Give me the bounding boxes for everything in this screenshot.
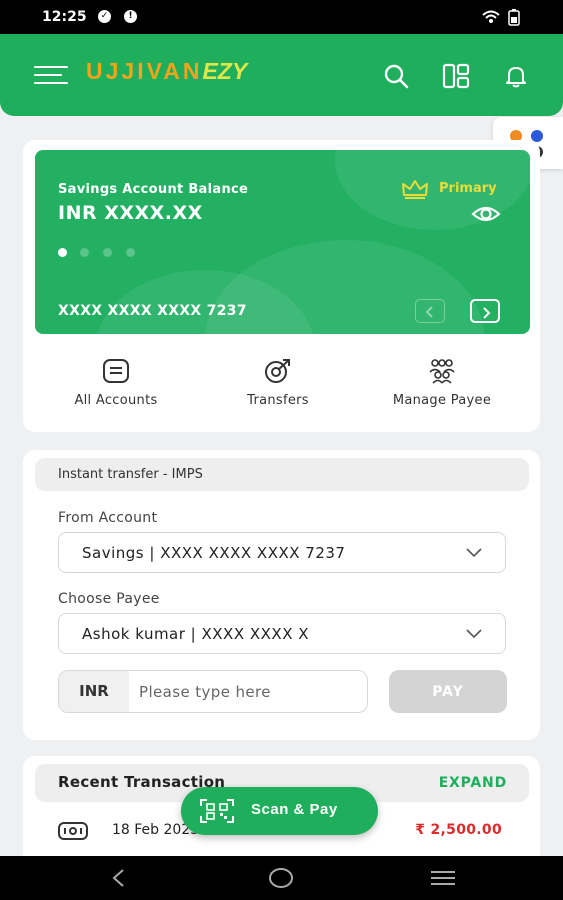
system-navigation-bar: [0, 856, 563, 900]
brand-logo: UJJIVANEZY: [86, 58, 248, 84]
home-icon[interactable]: [268, 867, 294, 889]
status-time: 12:25: [42, 9, 87, 25]
next-card-button[interactable]: [470, 299, 500, 323]
bank-card-icon: [58, 822, 88, 840]
quick-action-transfers[interactable]: Transfers: [203, 358, 353, 412]
crown-icon: [402, 180, 428, 199]
account-summary-card: Savings Account Balance INR XXXX.XX Prim…: [23, 140, 540, 432]
transaction-amount: ₹ 2,500.00: [415, 822, 502, 838]
chevron-down-icon: [466, 629, 482, 639]
accounts-icon: [103, 359, 129, 383]
dashboard-icon[interactable]: [442, 62, 470, 90]
payee-group-icon: [429, 359, 455, 384]
bell-icon[interactable]: [502, 62, 530, 90]
battery-icon: [508, 9, 520, 26]
from-account-value: Savings | XXXX XXXX XXXX 7237: [82, 544, 346, 562]
choose-payee-label: Choose Payee: [58, 591, 160, 607]
qr-scan-icon: [200, 799, 234, 823]
payee-select[interactable]: Ashok kumar | XXXX XXXX X: [58, 613, 506, 654]
from-account-label: From Account: [58, 510, 158, 526]
eye-icon[interactable]: [471, 202, 501, 226]
primary-badge: Primary: [401, 179, 497, 203]
alert-circle-icon: !: [124, 10, 137, 23]
transfer-icon: [265, 359, 290, 383]
check-circle-icon: ✓: [98, 10, 111, 23]
imps-transfer-card: Instant transfer - IMPS From Account Sav…: [23, 450, 540, 740]
payee-value: Ashok kumar | XXXX XXXX X: [82, 625, 310, 643]
search-icon[interactable]: [382, 62, 410, 90]
app-header: UJJIVANEZY: [0, 34, 563, 116]
recents-icon[interactable]: [430, 870, 456, 886]
chevron-left-icon: [425, 306, 433, 318]
quick-action-manage-payee[interactable]: Manage Payee: [367, 358, 517, 412]
wifi-icon: [482, 10, 500, 23]
amount-field[interactable]: INR: [58, 670, 368, 713]
imps-title-bar: Instant transfer - IMPS: [35, 458, 529, 491]
menu-icon[interactable]: [34, 66, 68, 86]
account-number: XXXX XXXX XXXX 7237: [58, 303, 247, 319]
quick-action-all-accounts[interactable]: All Accounts: [41, 358, 191, 412]
amount-input[interactable]: [139, 679, 359, 705]
imps-title: Instant transfer - IMPS: [58, 467, 203, 482]
chevron-right-icon: [483, 307, 491, 319]
chevron-down-icon: [466, 548, 482, 558]
scan-and-pay-button[interactable]: Scan & Pay: [181, 787, 378, 835]
previous-card-button[interactable]: [415, 299, 445, 323]
balance-value: INR XXXX.XX: [58, 202, 203, 224]
back-icon[interactable]: [110, 868, 128, 888]
from-account-select[interactable]: Savings | XXXX XXXX XXXX 7237: [58, 532, 506, 573]
currency-label: INR: [59, 671, 129, 712]
balance-label: Savings Account Balance: [58, 182, 249, 197]
expand-button[interactable]: EXPAND: [439, 775, 507, 791]
balance-card[interactable]: Savings Account Balance INR XXXX.XX Prim…: [35, 150, 530, 334]
pay-button[interactable]: PAY: [389, 670, 507, 713]
status-bar: 12:25 ✓ !: [0, 0, 563, 34]
